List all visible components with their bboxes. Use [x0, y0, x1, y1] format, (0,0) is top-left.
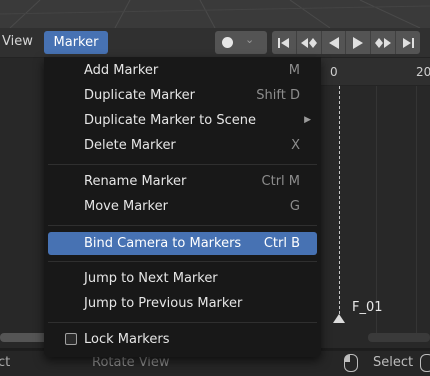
menu-item-bind-camera[interactable]: Bind Camera to Markers Ctrl B	[48, 232, 317, 255]
menu-item-duplicate-marker[interactable]: Duplicate Marker Shift D	[48, 84, 317, 107]
jump-to-keyframe-next-icon[interactable]	[371, 31, 397, 54]
menu-item-shortcut: Ctrl B	[263, 236, 300, 251]
timeline-header: View Marker ⌄	[0, 28, 430, 58]
marker-menu[interactable]: Marker	[44, 31, 108, 54]
menu-item-label: Delete Marker	[84, 138, 176, 153]
record-dot-icon[interactable]	[222, 37, 233, 48]
status-fragment: ct	[0, 355, 11, 370]
menu-separator	[48, 164, 317, 165]
play-reverse-icon[interactable]	[322, 31, 347, 54]
menu-separator	[48, 225, 317, 226]
menu-item-label: Move Marker	[84, 199, 168, 214]
menu-item-shortcut: M	[288, 63, 300, 78]
menu-separator	[48, 261, 317, 262]
marker-label: F_01	[352, 300, 383, 315]
view-menu[interactable]: View	[2, 34, 33, 49]
mouse-right-icon	[420, 354, 430, 372]
menu-item-jump-prev[interactable]: Jump to Previous Marker	[48, 292, 317, 315]
jump-to-start-icon[interactable]	[272, 31, 297, 54]
menu-item-label: Jump to Previous Marker	[84, 296, 243, 311]
jump-to-keyframe-prev-icon[interactable]	[297, 31, 322, 54]
horizontal-scrollbar-right[interactable]	[368, 333, 430, 342]
marker-dropdown-menu: Add Marker M Duplicate Marker Shift D Du…	[44, 57, 321, 357]
grid-line	[416, 86, 417, 336]
viewport-grid	[0, 0, 430, 28]
status-rotate-view: Rotate View	[92, 355, 170, 370]
menu-item-shortcut: Shift D	[256, 88, 300, 103]
frame-ruler[interactable]: 0 20	[320, 58, 430, 86]
menu-item-label: Duplicate Marker	[84, 88, 196, 103]
chevron-down-icon[interactable]: ⌄	[245, 33, 254, 46]
viewport-3d[interactable]	[0, 0, 430, 28]
menu-item-move-marker[interactable]: Move Marker G	[48, 195, 317, 218]
menu-item-delete-marker[interactable]: Delete Marker X	[48, 134, 317, 157]
playback-controls	[272, 31, 420, 54]
play-icon[interactable]	[346, 31, 372, 54]
menu-item-jump-next[interactable]: Jump to Next Marker	[48, 267, 317, 290]
menu-item-label: Rename Marker	[84, 174, 187, 189]
menu-item-shortcut: G	[289, 199, 300, 214]
menu-separator	[48, 322, 317, 323]
menu-item-shortcut: Ctrl M	[261, 174, 300, 189]
menu-item-rename-marker[interactable]: Rename Marker Ctrl M	[48, 170, 317, 193]
frame-label-start: 0	[330, 65, 338, 79]
menu-item-label: Jump to Next Marker	[84, 271, 218, 286]
menu-item-shortcut: X	[291, 138, 300, 153]
menu-item-label: Duplicate Marker to Scene	[84, 113, 256, 128]
menu-item-add-marker[interactable]: Add Marker M	[48, 59, 317, 82]
menu-item-lock-markers[interactable]: Lock Markers	[48, 328, 317, 351]
menu-item-duplicate-to-scene[interactable]: Duplicate Marker to Scene ▶	[48, 109, 317, 132]
menu-item-label: Bind Camera to Markers	[84, 236, 242, 251]
submenu-arrow-icon: ▶	[304, 115, 311, 125]
jump-to-end-icon[interactable]	[396, 31, 420, 54]
menu-item-label: Add Marker	[84, 63, 159, 78]
lock-markers-checkbox[interactable]	[65, 333, 77, 345]
marker-triangle-icon[interactable]	[333, 314, 345, 323]
menu-item-label: Lock Markers	[84, 332, 170, 347]
grid-line	[376, 86, 377, 336]
status-select: Select	[373, 355, 414, 370]
mouse-left-icon	[344, 354, 358, 372]
frame-label-next: 20	[416, 65, 430, 79]
auto-keying-group: ⌄	[215, 31, 267, 54]
marker-line	[339, 86, 340, 314]
